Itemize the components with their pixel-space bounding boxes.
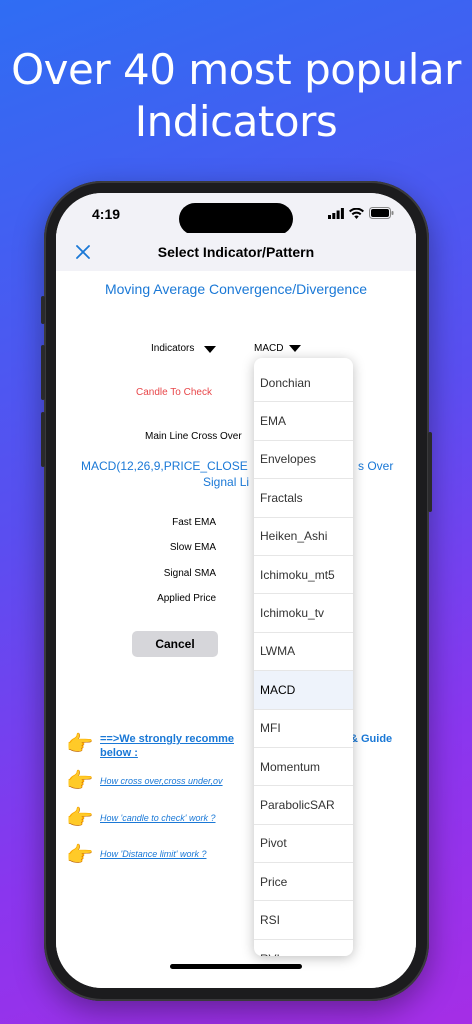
indicator-select[interactable]: MACD <box>254 343 302 354</box>
dropdown-item-rsi[interactable]: RSI <box>254 901 353 940</box>
dropdown-item-rvi[interactable]: RVI <box>254 940 353 956</box>
headline: Over 40 most popular Indicators <box>0 44 472 148</box>
dropdown-item-parabolicsar[interactable]: ParabolicSAR <box>254 786 353 825</box>
guide-recommendation-link[interactable]: ==>We strongly recomme & Guide below : <box>100 732 400 760</box>
fast-ema-label: Fast EMA <box>172 517 216 528</box>
status-icons <box>328 207 394 219</box>
pointing-hand-icon: 👉 <box>66 731 94 756</box>
wifi-icon <box>349 207 364 219</box>
dropdown-item-ichimoku-tv[interactable]: Ichimoku_tv <box>254 594 353 633</box>
battery-icon <box>369 207 394 219</box>
volume-up-button <box>41 345 45 400</box>
indicators-label-arrow-icon[interactable] <box>204 346 216 353</box>
indicator-title: Moving Average Convergence/Divergence <box>104 281 367 297</box>
indicators-label: Indicators <box>151 343 195 354</box>
guide-recommendation-line1: ==>We strongly recomme <box>100 733 234 745</box>
dropdown-item-ema[interactable]: EMA <box>254 402 353 441</box>
guide-recommendation-line2: below : <box>100 747 138 759</box>
description-line2: Signal Li <box>203 475 250 489</box>
headline-line2: Indicators <box>134 97 338 146</box>
pointing-hand-icon: 👉 <box>66 842 94 867</box>
guide-recommendation-tail: & Guide <box>350 733 393 745</box>
condition-label: Main Line Cross Over <box>145 431 242 442</box>
dropdown-item-fractals[interactable]: Fractals <box>254 479 353 518</box>
dynamic-island <box>179 203 293 235</box>
volume-down-button <box>41 412 45 467</box>
guide-cross-over-link[interactable]: How cross over,cross under,ov <box>100 776 223 786</box>
dropdown-item-momentum[interactable]: Momentum <box>254 748 353 787</box>
dropdown-item-lwma[interactable]: LWMA <box>254 633 353 672</box>
dropdown-item-heiken-ashi[interactable]: Heiken_Ashi <box>254 518 353 556</box>
chevron-down-icon <box>289 345 302 352</box>
description-line1: MACD(12,26,9,PRICE_CLOSE <box>81 459 248 473</box>
signal-sma-label: Signal SMA <box>163 568 216 579</box>
headline-line1: Over 40 most popular <box>11 45 461 94</box>
indicator-form: Moving Average Convergence/Divergence In… <box>56 271 416 988</box>
phone-screen: 4:19 Select Indicator/Pattern Moving Ave… <box>56 193 416 988</box>
pointing-hand-icon: 👉 <box>66 805 94 830</box>
applied-price-label: Applied Price <box>157 593 216 604</box>
guide-candle-to-check-link[interactable]: How 'candle to check' work ? <box>100 813 216 823</box>
nav-title: Select Indicator/Pattern <box>157 244 315 260</box>
dropdown-item-mfi[interactable]: MFI <box>254 710 353 748</box>
action-button <box>41 296 45 324</box>
dropdown-item-price[interactable]: Price <box>254 863 353 902</box>
home-indicator <box>170 964 302 969</box>
dropdown-item-donchian[interactable]: Donchian <box>254 364 353 403</box>
slow-ema-label: Slow EMA <box>169 542 216 553</box>
status-time: 4:19 <box>92 206 121 222</box>
description-line1-tail: s Over <box>358 459 394 473</box>
cancel-button[interactable]: Cancel <box>132 631 218 657</box>
indicator-dropdown-list[interactable]: Donchian EMA Envelopes Fractals Heiken_A… <box>254 358 353 956</box>
power-button <box>428 432 432 512</box>
indicator-select-value: MACD <box>254 343 284 354</box>
dropdown-item-envelopes[interactable]: Envelopes <box>254 441 353 480</box>
navigation-bar: Select Indicator/Pattern <box>56 233 416 271</box>
pointing-hand-icon: 👉 <box>66 768 94 793</box>
dropdown-item-ichimoku-mt5[interactable]: Ichimoku_mt5 <box>254 556 353 595</box>
guide-distance-limit-link[interactable]: How 'Distance limit' work ? <box>100 849 206 859</box>
dropdown-item-pivot[interactable]: Pivot <box>254 825 353 864</box>
dropdown-item-macd[interactable]: MACD <box>254 671 353 710</box>
candle-to-check-label[interactable]: Candle To Check <box>136 387 212 398</box>
signal-icon <box>328 207 344 219</box>
